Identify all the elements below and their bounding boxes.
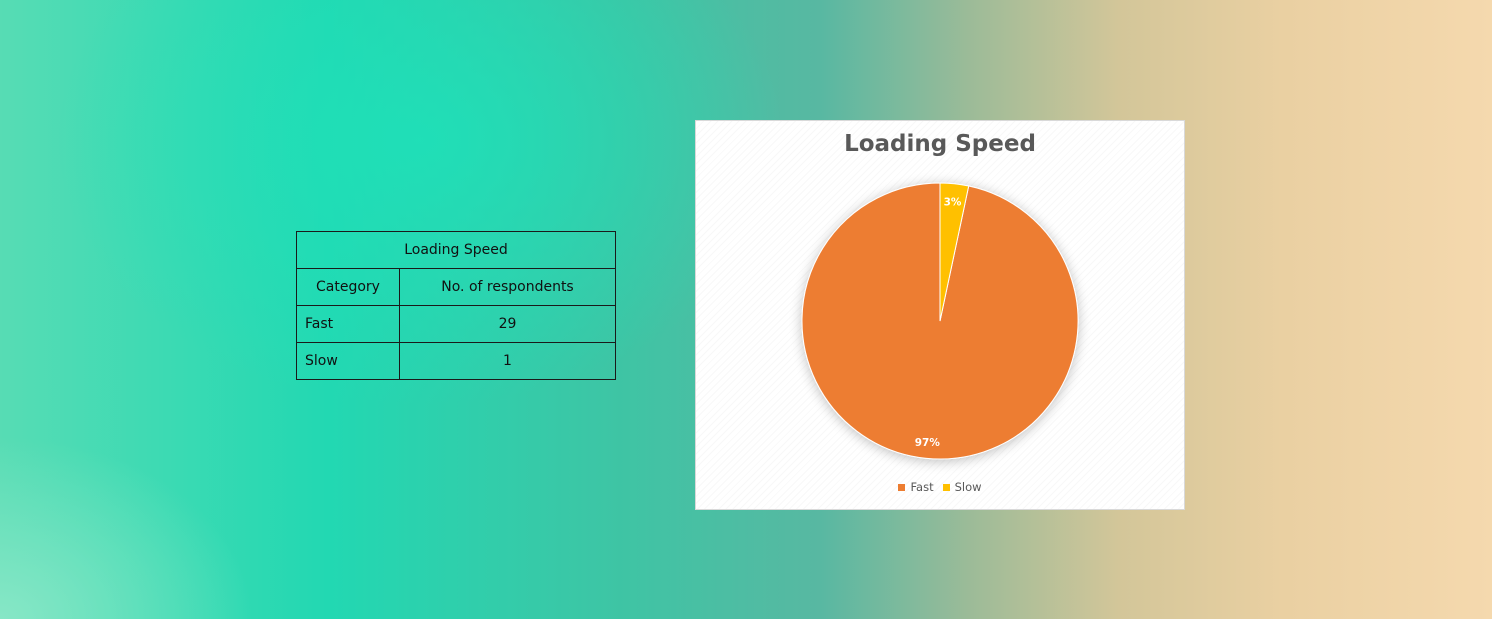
table-header-row: Category No. of respondents xyxy=(296,268,616,306)
legend-swatch-slow xyxy=(942,483,950,491)
row-value: 29 xyxy=(399,305,616,343)
legend-label-fast: Fast xyxy=(910,480,934,494)
row-category: Fast xyxy=(296,305,400,343)
legend-swatch-fast xyxy=(898,483,906,491)
pie-chart: Loading Speed 97% 3% Fast Slow xyxy=(695,120,1185,510)
chart-legend: Fast Slow xyxy=(696,480,1184,494)
row-category: Slow xyxy=(296,342,400,380)
table-row: Slow 1 xyxy=(296,342,616,380)
legend-entry-slow: Slow xyxy=(942,480,982,494)
data-label-slow: 3% xyxy=(944,197,962,209)
loading-speed-table: Loading Speed Category No. of respondent… xyxy=(296,231,616,380)
header-respondents: No. of respondents xyxy=(399,268,616,306)
legend-entry-fast: Fast xyxy=(898,480,934,494)
legend-label-slow: Slow xyxy=(954,480,982,494)
table-title: Loading Speed xyxy=(296,231,616,269)
data-label-fast: 97% xyxy=(915,437,941,449)
table-row: Fast 29 xyxy=(296,305,616,343)
pie-plot-area: 97% 3% xyxy=(801,182,1079,460)
row-value: 1 xyxy=(399,342,616,380)
table-title-row: Loading Speed xyxy=(296,231,616,269)
header-category: Category xyxy=(296,268,400,306)
